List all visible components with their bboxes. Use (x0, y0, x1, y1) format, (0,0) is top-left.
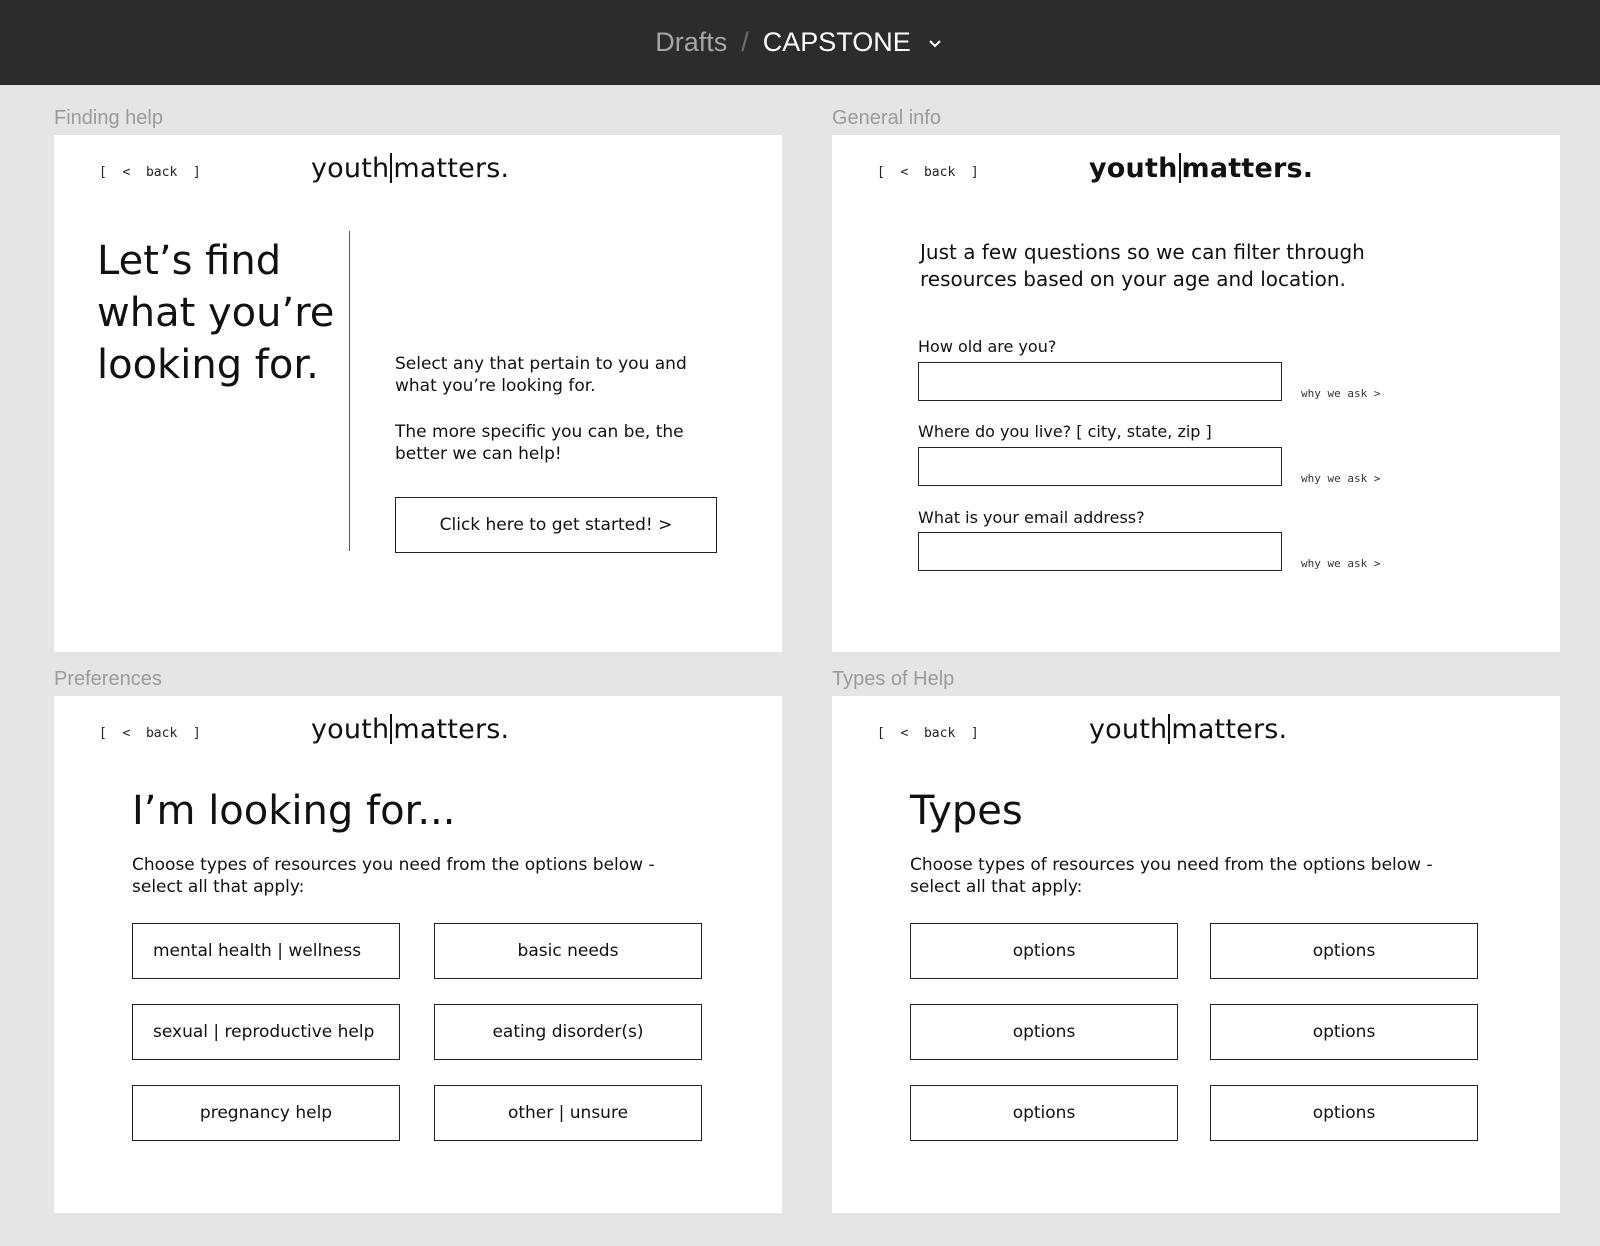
frame-types-of-help: [ < back ] youth matters. Types Choose ty… (832, 696, 1560, 1213)
option-button[interactable]: options (910, 1085, 1178, 1141)
logo-divider (1168, 714, 1171, 744)
option-button[interactable]: options (910, 923, 1178, 979)
frame-label-preferences: Preferences (54, 668, 162, 690)
option-button[interactable]: options (1210, 923, 1478, 979)
back-button[interactable]: [ < back ] (877, 165, 979, 180)
get-started-button[interactable]: Click here to get started! > (395, 497, 717, 553)
option-other-unsure[interactable]: other | unsure (434, 1085, 702, 1141)
page-title: Types (910, 788, 1023, 834)
back-button[interactable]: [ < back ] (99, 726, 201, 741)
logo: youth matters. (1089, 153, 1313, 184)
breadcrumb-drafts[interactable]: Drafts (655, 27, 727, 58)
frame-label-finding-help: Finding help (54, 107, 163, 129)
location-label: Where do you live? [ city, state, zip ] (918, 422, 1212, 441)
logo: youth matters. (311, 714, 509, 745)
page-title: Let’s find what you’re looking for. (97, 238, 335, 388)
option-button[interactable]: options (1210, 1085, 1478, 1141)
page-subtitle: Choose types of resources you need from … (910, 855, 1433, 897)
back-button[interactable]: [ < back ] (99, 165, 201, 180)
logo: youth matters. (1089, 714, 1287, 745)
page-subtitle: Choose types of resources you need from … (132, 855, 655, 897)
option-eating-disorders[interactable]: eating disorder(s) (434, 1004, 702, 1060)
why-we-ask-link-email[interactable]: why we ask > (1301, 557, 1380, 570)
breadcrumb: Drafts / CAPSTONE (0, 0, 1600, 85)
logo-text-matters: matters. (393, 153, 510, 184)
age-input[interactable] (918, 362, 1282, 401)
chevron-down-icon[interactable] (925, 33, 945, 53)
why-we-ask-link-location[interactable]: why we ask > (1301, 472, 1380, 485)
option-mental-health[interactable]: mental health | wellness (132, 923, 400, 979)
project-name[interactable]: CAPSTONE (763, 27, 911, 58)
frame-preferences: [ < back ] youth matters. I’m looking for… (54, 696, 782, 1213)
logo-divider (1178, 153, 1181, 183)
logo-text-youth: youth (311, 714, 390, 745)
location-input[interactable] (918, 447, 1282, 486)
frame-finding-help: [ < back ] youth matters. Let’s find what… (54, 135, 782, 652)
logo-text-youth: youth (1089, 714, 1168, 745)
instruction-text: Select any that pertain to you and what … (395, 354, 687, 396)
logo-divider (390, 714, 393, 744)
age-label: How old are you? (918, 337, 1057, 356)
option-button[interactable]: options (910, 1004, 1178, 1060)
frame-label-types-of-help: Types of Help (832, 668, 955, 690)
intro-text: Just a few questions so we can filter th… (920, 240, 1365, 291)
vertical-divider (349, 231, 350, 551)
option-sexual-reproductive[interactable]: sexual | reproductive help (132, 1004, 400, 1060)
email-input[interactable] (918, 532, 1282, 571)
option-basic-needs[interactable]: basic needs (434, 923, 702, 979)
frame-label-general-info: General info (832, 107, 941, 129)
logo-text-youth: youth (1089, 153, 1178, 184)
top-bar: Drafts / CAPSTONE (0, 0, 1600, 85)
back-button[interactable]: [ < back ] (877, 726, 979, 741)
breadcrumb-separator: / (741, 27, 749, 57)
logo-text-matters: matters. (1181, 153, 1314, 184)
logo-text-youth: youth (311, 153, 390, 184)
email-label: What is your email address? (918, 508, 1145, 527)
frame-general-info: [ < back ] youth matters. Just a few ques… (832, 135, 1560, 652)
option-pregnancy-help[interactable]: pregnancy help (132, 1085, 400, 1141)
option-button[interactable]: options (1210, 1004, 1478, 1060)
encouragement-text: The more specific you can be, the better… (395, 422, 684, 464)
logo-text-matters: matters. (393, 714, 510, 745)
why-we-ask-link-age[interactable]: why we ask > (1301, 387, 1380, 400)
logo-divider (390, 153, 393, 183)
logo: youth matters. (311, 153, 509, 184)
logo-text-matters: matters. (1171, 714, 1288, 745)
page-title: I’m looking for... (132, 788, 456, 834)
